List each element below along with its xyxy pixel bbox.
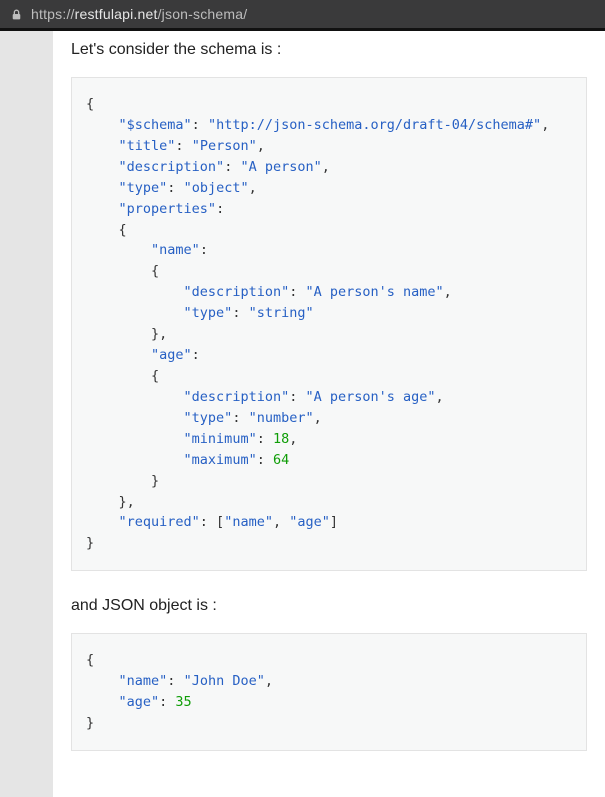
article-content: Let's consider the schema is : { "$schem… (53, 31, 605, 797)
json-intro-text: and JSON object is : (71, 597, 587, 615)
lock-icon (10, 8, 23, 21)
browser-address-bar[interactable]: https://restfulapi.net/json-schema/ (0, 0, 605, 28)
json-code-block: { "name": "John Doe", "age": 35 } (71, 633, 587, 751)
schema-code-block: { "$schema": "http://json-schema.org/dra… (71, 77, 587, 571)
schema-intro-text: Let's consider the schema is : (71, 41, 587, 59)
browser-url[interactable]: https://restfulapi.net/json-schema/ (31, 6, 247, 22)
page-background: Let's consider the schema is : { "$schem… (0, 31, 605, 797)
